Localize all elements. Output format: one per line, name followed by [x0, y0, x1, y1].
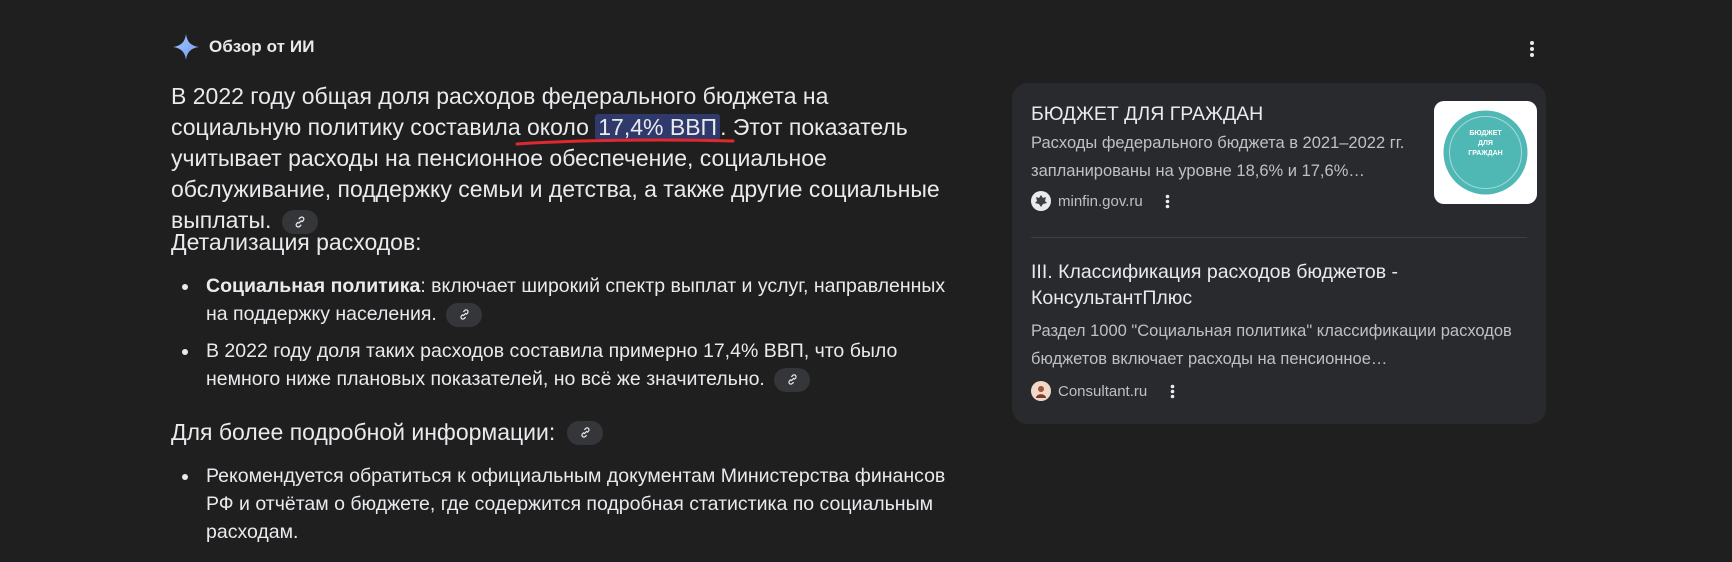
- sources-divider: [1031, 237, 1527, 238]
- source-thumbnail[interactable]: БЮДЖЕТ ДЛЯ ГРАЖДАН: [1434, 101, 1537, 204]
- list-item-bold: Социальная политика: [206, 275, 421, 297]
- source-site-name: minfin.gov.ru: [1058, 192, 1143, 210]
- more-vert-icon[interactable]: [1162, 381, 1182, 401]
- highlighted-value[interactable]: 17,4% ВВП: [595, 114, 721, 140]
- link-icon: [295, 216, 305, 228]
- source-site-name: Consultant.ru: [1058, 382, 1148, 400]
- lead-paragraph: В 2022 году общая доля расходов федераль…: [171, 81, 951, 236]
- highlighted-value-wrap: 17,4% ВВП: [515, 114, 735, 146]
- citation-link-chip[interactable]: [446, 302, 483, 327]
- ai-overview-title: Обзор от ИИ: [209, 37, 315, 56]
- source-snippet: Расходы федерального бюджета в 2021–2022…: [1031, 134, 1405, 180]
- source-title[interactable]: БЮДЖЕТ ДЛЯ ГРАЖДАН: [1031, 101, 1411, 127]
- list-item-text: Рекомендуется обратиться к официальным д…: [206, 465, 946, 543]
- overview-summary: В 2022 году общая доля расходов федераль…: [171, 81, 951, 236]
- section-title-details: Детализация расходов:: [171, 229, 422, 255]
- more-info-list: Рекомендуется обратиться к официальным д…: [171, 462, 951, 546]
- citation-link-chip[interactable]: [774, 367, 811, 392]
- sources-panel: БЮДЖЕТ ДЛЯ ГРАЖДАН Расходы федерального …: [1012, 83, 1546, 424]
- more-vert-icon[interactable]: [1520, 37, 1544, 61]
- section-title-more-info: Для более подробной информации:: [171, 419, 556, 445]
- link-icon: [788, 374, 797, 385]
- source-title[interactable]: III. Классификация расходов бюджетов - К…: [1031, 259, 1531, 311]
- source-site-row: Consultant.ru: [1031, 381, 1531, 401]
- source-card-minfin[interactable]: БЮДЖЕТ ДЛЯ ГРАЖДАН Расходы федерального …: [1031, 101, 1537, 219]
- citation-link-chip[interactable]: [567, 420, 604, 445]
- source-card-consultant[interactable]: III. Классификация расходов бюджетов - К…: [1031, 259, 1531, 401]
- thumbnail-caption: БЮДЖЕТ ДЛЯ ГРАЖДАН: [1468, 130, 1503, 157]
- link-icon: [460, 309, 469, 320]
- source-snippet: Раздел 1000 "Социальная политика" класси…: [1031, 322, 1512, 368]
- link-icon: [581, 427, 590, 438]
- red-underline-mark: [515, 138, 735, 146]
- consultant-logo-icon: [1031, 381, 1051, 401]
- list-item: Рекомендуется обратиться к официальным д…: [171, 462, 951, 546]
- minfin-emblem-icon: [1031, 191, 1051, 211]
- details-list: Социальная политика: включает широкий сп…: [171, 272, 951, 393]
- ai-overview: Обзор от ИИ В 2022 году общая доля расхо…: [0, 0, 1732, 562]
- sparkle-icon: [171, 32, 201, 62]
- ai-overview-header: Обзор от ИИ: [171, 32, 315, 62]
- section-title-more-info-row: Для более подробной информации:: [171, 419, 604, 446]
- list-item: В 2022 году доля таких расходов составил…: [171, 337, 951, 393]
- more-vert-icon[interactable]: [1158, 191, 1178, 211]
- list-item: Социальная политика: включает широкий сп…: [171, 272, 951, 328]
